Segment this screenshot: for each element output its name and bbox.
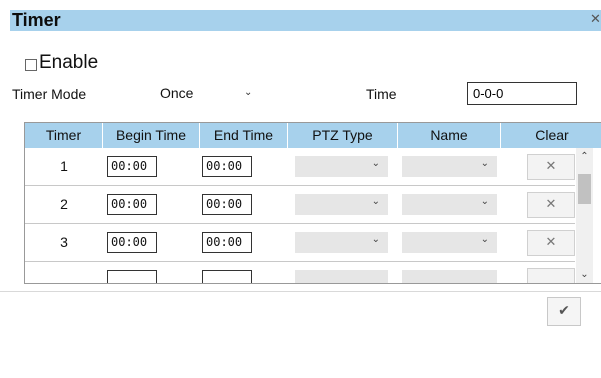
scroll-down-icon[interactable]: ⌄ (576, 266, 593, 283)
timer-table: Timer Begin Time End Time PTZ Type Name … (24, 122, 601, 284)
name-select[interactable]: ⌄ (402, 194, 497, 215)
clear-button[interactable]: ✕ (527, 192, 575, 218)
timer-mode-value: Once (160, 85, 194, 101)
footer-divider (0, 291, 601, 292)
time-input[interactable]: 0-0-0 (467, 82, 577, 105)
ptz-type-select[interactable]: ⌄ (295, 194, 388, 215)
table-row-partial (25, 262, 575, 283)
begin-time-input[interactable]: 00:00 (107, 156, 157, 177)
timer-number: 3 (60, 234, 68, 250)
checkmark-icon: ✔ (558, 303, 570, 319)
scroll-thumb[interactable] (578, 174, 591, 204)
scroll-up-icon[interactable]: ⌃ (576, 148, 593, 165)
table-header: Timer Begin Time End Time PTZ Type Name … (25, 123, 601, 148)
header-clear: Clear (535, 127, 569, 143)
timer-dialog: Timer ✕ Enable Timer Mode Once ⌄ Time 0-… (0, 0, 601, 378)
ptz-type-select[interactable]: ⌄ (295, 156, 388, 177)
end-time-input[interactable]: 00:00 (202, 232, 252, 253)
header-ptz-type: PTZ Type (288, 123, 398, 148)
ptz-type-select[interactable]: ⌄ (295, 232, 388, 253)
chevron-down-icon: ⌄ (371, 158, 380, 169)
chevron-down-icon: ⌄ (244, 87, 253, 98)
clear-button[interactable]: ✕ (527, 230, 575, 256)
header-name: Name (398, 123, 501, 148)
name-select[interactable] (402, 270, 497, 283)
ptz-type-select[interactable] (295, 270, 388, 283)
begin-time-input[interactable] (107, 270, 157, 283)
enable-checkbox[interactable] (25, 58, 37, 71)
name-select[interactable]: ⌄ (402, 156, 497, 177)
chevron-down-icon: ⌄ (371, 234, 380, 245)
enable-label: Enable (39, 52, 99, 73)
clear-button[interactable]: ✕ (527, 154, 575, 180)
chevron-down-icon: ⌄ (480, 196, 489, 207)
title-bar (10, 10, 601, 31)
timer-number: 1 (60, 158, 68, 174)
end-time-input[interactable]: 00:00 (202, 156, 252, 177)
clear-button[interactable] (527, 268, 575, 283)
end-time-input[interactable]: 00:00 (202, 194, 252, 215)
table-scrollbar[interactable]: ⌃ ⌄ (576, 148, 593, 283)
timer-number: 2 (60, 196, 68, 212)
header-end-time: End Time (200, 123, 288, 148)
chevron-down-icon: ⌄ (480, 158, 489, 169)
table-row: 1 00:00 00:00 ⌄ ⌄ ✕ (25, 148, 575, 186)
timer-mode-label: Timer Mode (12, 86, 87, 102)
table-row: 3 00:00 00:00 ⌄ ⌄ ✕ (25, 224, 575, 262)
timer-mode-select[interactable]: Once ⌄ (148, 83, 270, 103)
time-label: Time (366, 86, 397, 102)
begin-time-input[interactable]: 00:00 (107, 194, 157, 215)
dialog-title: Timer (12, 10, 61, 30)
end-time-input[interactable] (202, 270, 252, 283)
name-select[interactable]: ⌄ (402, 232, 497, 253)
table-row: 2 00:00 00:00 ⌄ ⌄ ✕ (25, 186, 575, 224)
begin-time-input[interactable]: 00:00 (107, 232, 157, 253)
chevron-down-icon: ⌄ (480, 234, 489, 245)
enable-checkbox-row[interactable]: Enable (25, 52, 98, 74)
header-timer: Timer (25, 123, 103, 148)
chevron-down-icon: ⌄ (371, 196, 380, 207)
close-icon[interactable]: ✕ (590, 9, 601, 30)
confirm-button[interactable]: ✔ (547, 297, 581, 326)
header-begin-time: Begin Time (103, 123, 200, 148)
